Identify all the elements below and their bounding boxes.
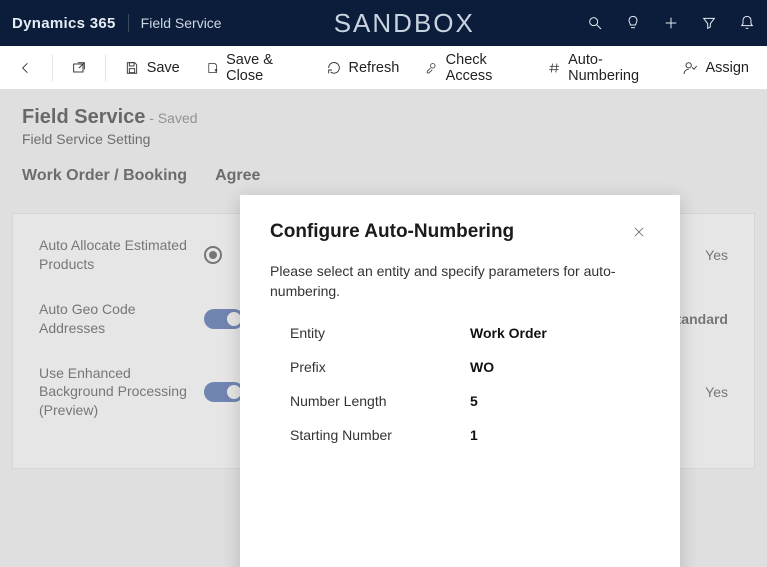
auto-numbering-button[interactable]: Auto-Numbering — [538, 46, 667, 90]
number-length-label: Number Length — [290, 393, 470, 409]
number-length-value[interactable]: 5 — [470, 393, 478, 409]
app-root: Dynamics 365 Field Service SANDBOX — [0, 0, 767, 567]
top-nav: Dynamics 365 Field Service SANDBOX — [0, 0, 767, 46]
save-close-button[interactable]: Save & Close — [196, 46, 310, 90]
dialog-description: Please select an entity and specify para… — [270, 262, 630, 301]
starting-number-value[interactable]: 1 — [470, 427, 478, 443]
nav-divider — [128, 14, 129, 32]
cmdbar-separator — [105, 55, 106, 81]
auto-numbering-dialog: Configure Auto-Numbering Please select a… — [240, 195, 680, 567]
auto-numbering-label: Auto-Numbering — [568, 52, 656, 84]
dialog-close-button[interactable] — [628, 221, 650, 246]
prefix-value[interactable]: WO — [470, 359, 494, 375]
search-icon[interactable] — [587, 15, 603, 31]
back-button[interactable] — [8, 54, 44, 82]
sandbox-watermark: SANDBOX — [222, 8, 587, 39]
open-new-window-button[interactable] — [61, 54, 97, 82]
dialog-title: Configure Auto-Numbering — [270, 221, 628, 243]
save-label: Save — [147, 60, 180, 76]
save-close-label: Save & Close — [226, 52, 299, 84]
check-access-button[interactable]: Check Access — [415, 46, 531, 90]
assign-label: Assign — [705, 60, 749, 76]
refresh-button[interactable]: Refresh — [316, 54, 410, 82]
check-access-label: Check Access — [446, 52, 522, 84]
assistant-icon[interactable] — [625, 15, 641, 31]
assign-button[interactable]: Assign — [672, 54, 759, 82]
app-name-label[interactable]: Field Service — [141, 15, 222, 31]
prefix-label: Prefix — [290, 359, 470, 375]
filter-icon[interactable] — [701, 15, 717, 31]
refresh-label: Refresh — [349, 60, 400, 76]
save-button[interactable]: Save — [114, 54, 190, 82]
cmdbar-separator — [52, 55, 53, 81]
entity-value[interactable]: Work Order — [470, 325, 547, 341]
notification-icon[interactable] — [739, 15, 755, 31]
starting-number-label: Starting Number — [290, 427, 470, 443]
entity-label: Entity — [290, 325, 470, 341]
command-bar: Save Save & Close Refresh Check Access A… — [0, 46, 767, 90]
add-icon[interactable] — [663, 15, 679, 31]
brand-label[interactable]: Dynamics 365 — [12, 15, 116, 32]
